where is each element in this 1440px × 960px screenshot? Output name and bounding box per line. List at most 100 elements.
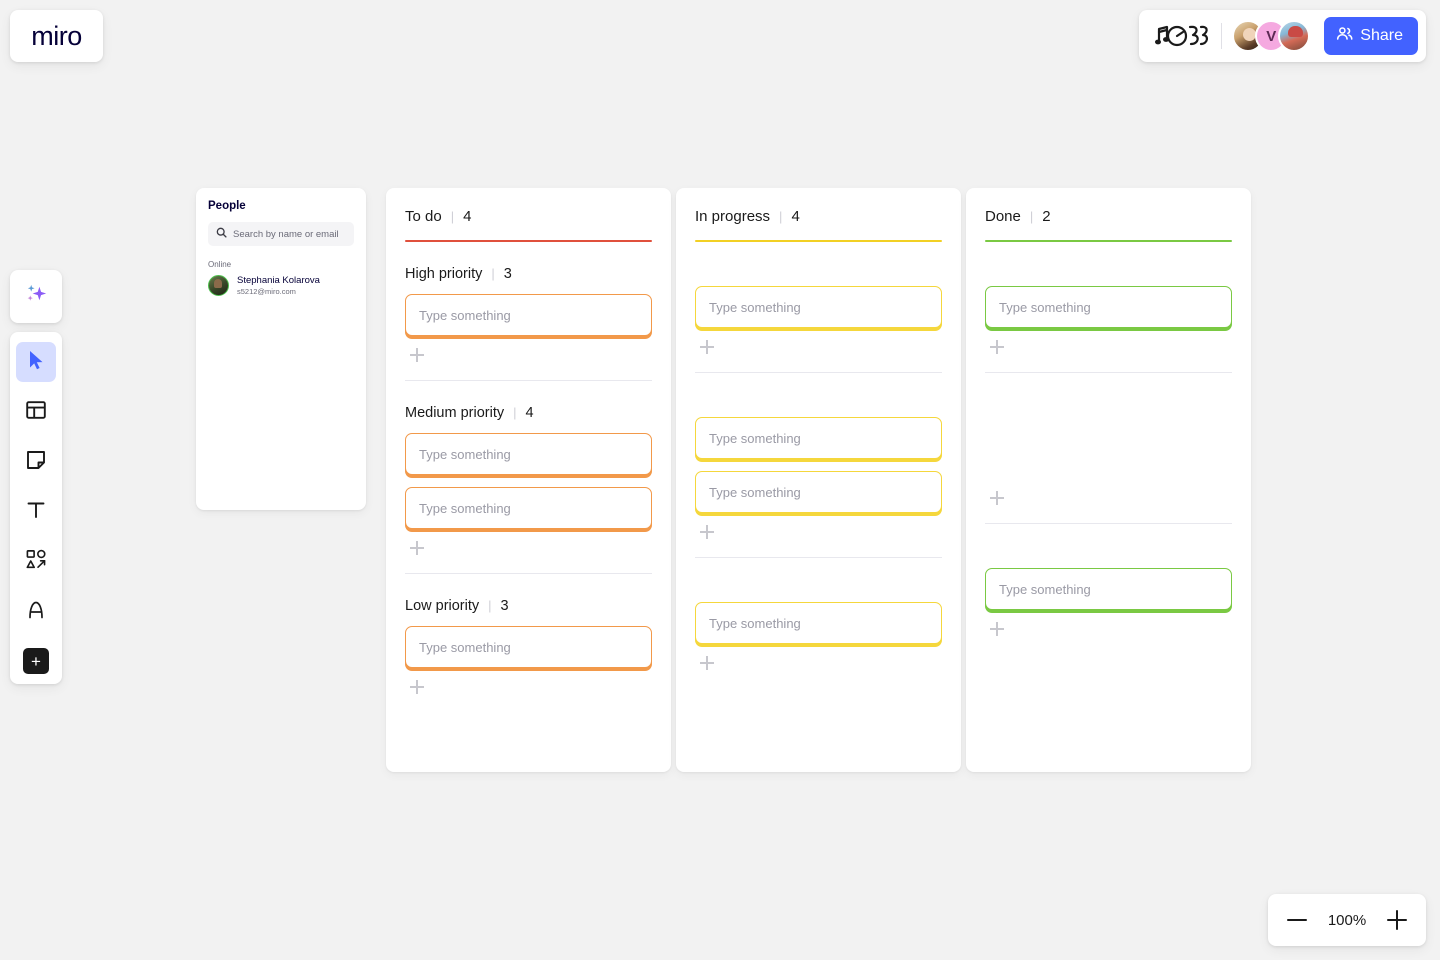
- people-search-input[interactable]: [233, 228, 346, 240]
- task-card-placeholder: Type something: [709, 299, 801, 315]
- column-count: 2: [1042, 208, 1051, 225]
- column-title: Done: [985, 208, 1021, 225]
- person-email: s5212@miro.com: [237, 286, 296, 296]
- list-item[interactable]: Stephania Kolarova s5212@miro.com: [208, 275, 354, 297]
- board-column: To do | 4 High priority | 3 Type something Medi…: [386, 188, 671, 772]
- text-tool[interactable]: [16, 492, 56, 532]
- add-card-button[interactable]: [410, 541, 424, 555]
- section-count: 3: [503, 266, 512, 282]
- share-button[interactable]: Share: [1324, 17, 1418, 55]
- add-card-button[interactable]: [700, 656, 714, 670]
- add-card-button[interactable]: [990, 340, 1004, 354]
- board-column: In progress | 4 Type something Type somethin…: [676, 188, 961, 772]
- empty-drop-area[interactable]: [985, 417, 1232, 489]
- section-title: Medium priority: [405, 405, 505, 421]
- add-card-button[interactable]: [410, 680, 424, 694]
- task-card[interactable]: Type something: [695, 286, 942, 328]
- column-section: [985, 373, 1232, 524]
- task-card-placeholder: Type something: [419, 639, 511, 655]
- task-card[interactable]: Type something: [405, 433, 652, 475]
- column-section: Type something: [985, 524, 1232, 636]
- divider-glyph: |: [450, 209, 455, 224]
- template-frame-icon: [25, 399, 47, 426]
- zoom-control: 100%: [1268, 894, 1426, 946]
- column-section: Type something: [985, 242, 1232, 373]
- sticky-note-tool[interactable]: [16, 442, 56, 482]
- shapes-connector-icon: [25, 548, 48, 576]
- task-card[interactable]: Type something: [695, 602, 942, 644]
- task-card[interactable]: Type something: [405, 487, 652, 529]
- task-card-placeholder: Type something: [709, 430, 801, 446]
- shapes-tool[interactable]: [16, 542, 56, 582]
- task-card[interactable]: Type something: [405, 626, 652, 668]
- search-icon: [216, 225, 227, 243]
- column-section: Low priority | 3 Type something: [405, 574, 652, 694]
- sticky-note-icon: [25, 449, 47, 476]
- task-card[interactable]: Type something: [985, 286, 1232, 328]
- task-card-placeholder: Type something: [419, 446, 511, 462]
- board-column: Done | 2 Type something Type something: [966, 188, 1251, 772]
- column-title: To do: [405, 208, 442, 225]
- column-header: Done | 2: [985, 188, 1232, 242]
- zoom-out-button[interactable]: [1284, 907, 1310, 933]
- task-card-placeholder: Type something: [419, 500, 511, 516]
- add-card-button[interactable]: [990, 491, 1004, 505]
- column-header: In progress | 4: [695, 188, 942, 242]
- column-count: 4: [463, 208, 472, 225]
- people-search-box[interactable]: [208, 222, 354, 246]
- task-card-placeholder: Type something: [709, 484, 801, 500]
- divider-glyph: |: [491, 266, 495, 281]
- column-section: Type something: [695, 242, 942, 373]
- task-card[interactable]: Type something: [695, 417, 942, 459]
- task-card[interactable]: Type something: [695, 471, 942, 513]
- sparkle-icon: [23, 281, 50, 313]
- ai-tool-button[interactable]: [10, 270, 62, 323]
- divider-glyph: |: [488, 598, 492, 613]
- people-icon: [1336, 25, 1353, 47]
- miro-logo[interactable]: miro: [10, 10, 103, 62]
- section-title: High priority: [405, 266, 483, 282]
- select-tool[interactable]: [16, 342, 56, 382]
- avatar-initial: V: [1266, 27, 1277, 45]
- zoom-level-value[interactable]: 100%: [1326, 912, 1368, 929]
- task-card-placeholder: Type something: [419, 307, 511, 323]
- top-right-toolbar: V Share: [1139, 10, 1426, 62]
- add-card-button[interactable]: [410, 348, 424, 362]
- task-card[interactable]: Type something: [985, 568, 1232, 610]
- miro-logo-text: miro: [31, 20, 82, 51]
- more-tools-button[interactable]: +: [23, 648, 49, 674]
- divider-glyph: |: [779, 209, 783, 224]
- column-header: To do | 4: [405, 188, 652, 242]
- pen-icon: [25, 599, 47, 626]
- board-canvas: miro V Share + People Search by name or …: [0, 0, 1440, 960]
- cursor-icon: [25, 349, 47, 376]
- avatar[interactable]: [1278, 20, 1311, 52]
- column-count: 4: [791, 208, 800, 225]
- section-title: Low priority: [405, 598, 480, 614]
- kanban-board: To do | 4 High priority | 3 Type something Medi…: [386, 188, 1251, 772]
- text-icon: [25, 499, 47, 526]
- add-card-button[interactable]: [700, 340, 714, 354]
- divider-glyph: |: [1029, 209, 1034, 224]
- column-section: Type something: [695, 558, 942, 670]
- add-card-button[interactable]: [700, 525, 714, 539]
- task-card-placeholder: Type something: [709, 615, 801, 631]
- people-panel: People Online Stephania Kolarova s5212@m…: [196, 188, 366, 510]
- task-card[interactable]: Type something: [405, 294, 652, 336]
- pen-tool[interactable]: [16, 592, 56, 632]
- add-card-button[interactable]: [990, 622, 1004, 636]
- music-doodle-icon[interactable]: [1153, 21, 1211, 51]
- share-button-label: Share: [1360, 27, 1403, 44]
- column-title: In progress: [695, 208, 771, 225]
- section-count: 4: [525, 405, 534, 421]
- column-section: Type something Type something: [695, 373, 942, 558]
- templates-tool[interactable]: [16, 392, 56, 432]
- section-count: 3: [500, 598, 509, 614]
- zoom-in-button[interactable]: [1384, 907, 1410, 933]
- toolbar-divider: [1221, 23, 1223, 49]
